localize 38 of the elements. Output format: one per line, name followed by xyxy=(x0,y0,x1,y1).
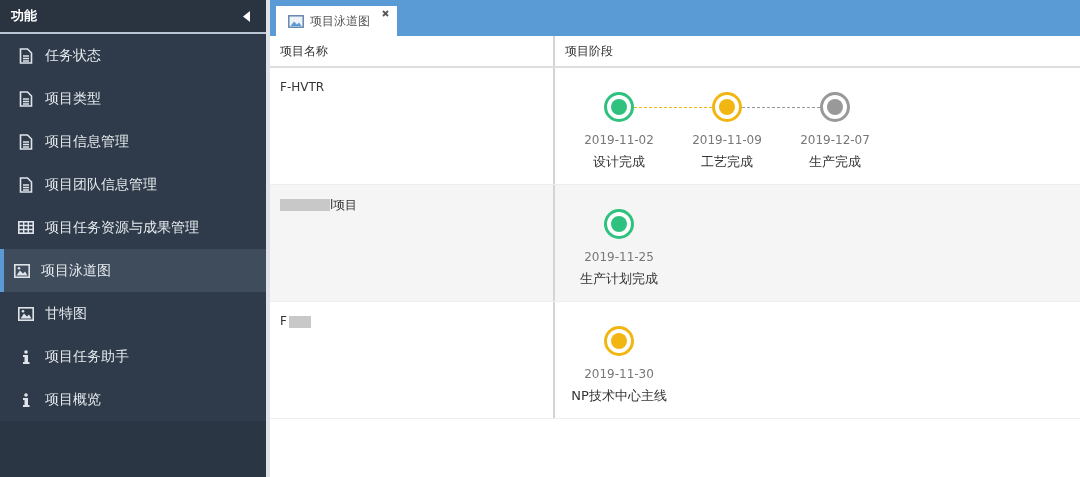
document-icon xyxy=(18,47,34,64)
table-icon xyxy=(18,221,34,234)
image-icon xyxy=(18,306,34,321)
stage-label: 工艺完成 xyxy=(701,153,753,171)
sidebar-item[interactable]: 任务状态 xyxy=(0,34,266,77)
stage-label: NP技术中心主线 xyxy=(571,387,667,405)
stage-date: 2019-11-09 xyxy=(692,133,762,147)
project-name: F-HVTR xyxy=(280,80,325,94)
redaction-block xyxy=(280,199,330,211)
sidebar-item[interactable]: 项目任务助手 xyxy=(0,335,266,378)
stage-label: 设计完成 xyxy=(593,153,645,171)
stage-date: 2019-11-25 xyxy=(584,250,654,264)
stage-date: 2019-12-07 xyxy=(800,133,870,147)
sidebar-item[interactable]: 项目类型 xyxy=(0,77,266,120)
project-name: l项目 xyxy=(330,197,358,214)
project-name: F xyxy=(280,314,287,328)
stage-label: 生产计划完成 xyxy=(580,270,658,288)
stage-label: 生产完成 xyxy=(809,153,861,171)
column-header: 项目名称 xyxy=(270,36,555,66)
sidebar-item[interactable]: 项目概览 xyxy=(0,378,266,421)
sidebar-item[interactable]: 项目信息管理 xyxy=(0,120,266,163)
sidebar-item[interactable]: 项目团队信息管理 xyxy=(0,163,266,206)
sidebar-item[interactable]: 项目任务资源与成果管理 xyxy=(0,206,266,249)
close-icon[interactable] xyxy=(382,10,389,17)
image-icon xyxy=(14,263,30,278)
stage-date: 2019-11-02 xyxy=(584,133,654,147)
sidebar-title: 功能 xyxy=(11,7,37,25)
image-icon xyxy=(288,14,304,28)
tab[interactable]: 项目泳道图 xyxy=(276,6,397,36)
document-icon xyxy=(18,133,34,150)
column-header: 项目阶段 xyxy=(564,42,614,60)
redaction-block xyxy=(288,316,311,328)
document-icon xyxy=(18,90,34,107)
sidebar-item[interactable]: 甘特图 xyxy=(0,292,266,335)
collapse-icon[interactable] xyxy=(243,10,250,22)
document-icon xyxy=(18,176,34,193)
stage-date: 2019-11-30 xyxy=(584,367,654,381)
sidebar-item[interactable]: 项目泳道图 xyxy=(0,249,266,292)
